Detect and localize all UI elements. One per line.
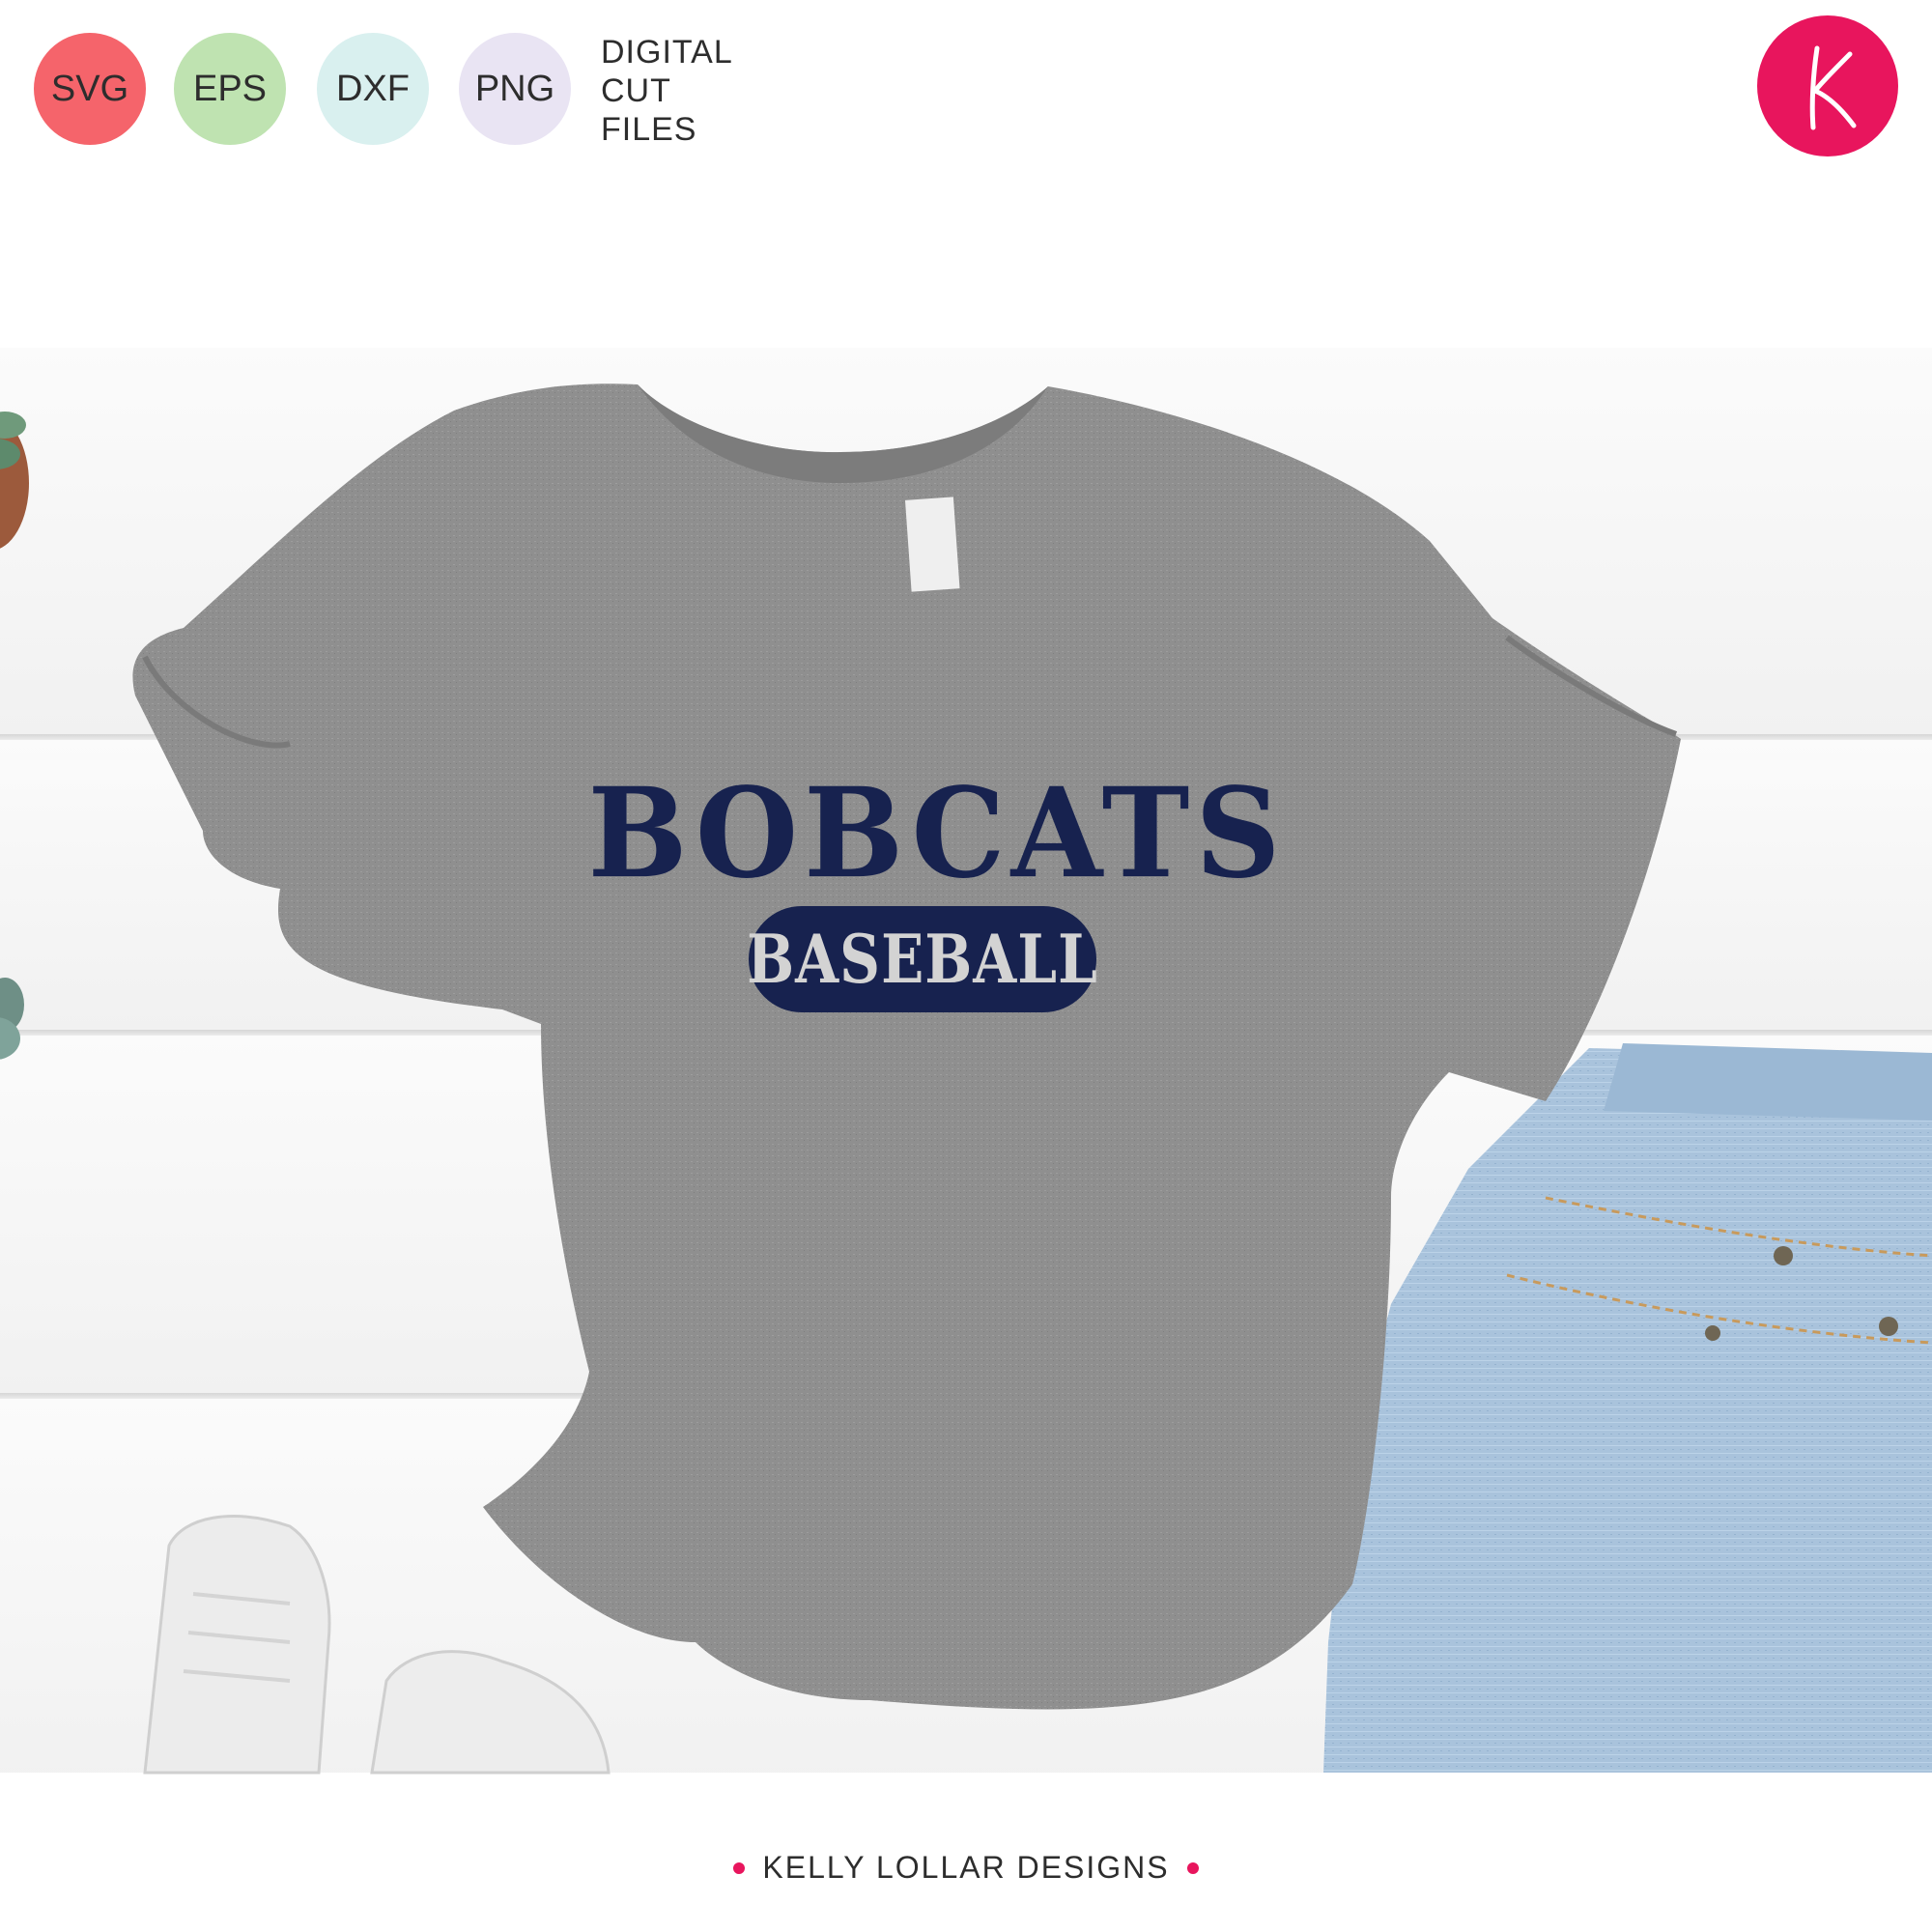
shirt-print-design: BOBCATS BASEBALL xyxy=(575,759,1299,1043)
footer-brand: KELLY LOLLAR DESIGNS xyxy=(0,1850,1932,1886)
footer-brand-text: KELLY LOLLAR DESIGNS xyxy=(762,1850,1170,1885)
shirt-neck-tag xyxy=(904,497,960,592)
footer-dot-left xyxy=(733,1861,746,1874)
sport-pill: BASEBALL xyxy=(747,906,1098,1012)
sport-name-text: BASEBALL xyxy=(747,920,1098,999)
team-name-text: BOBCATS xyxy=(587,759,1287,906)
footer-dot-right xyxy=(1186,1861,1199,1874)
succulent-plant-left xyxy=(0,978,24,1060)
folded-jeans xyxy=(1323,1043,1932,1773)
succulent-plant-top xyxy=(0,412,29,549)
